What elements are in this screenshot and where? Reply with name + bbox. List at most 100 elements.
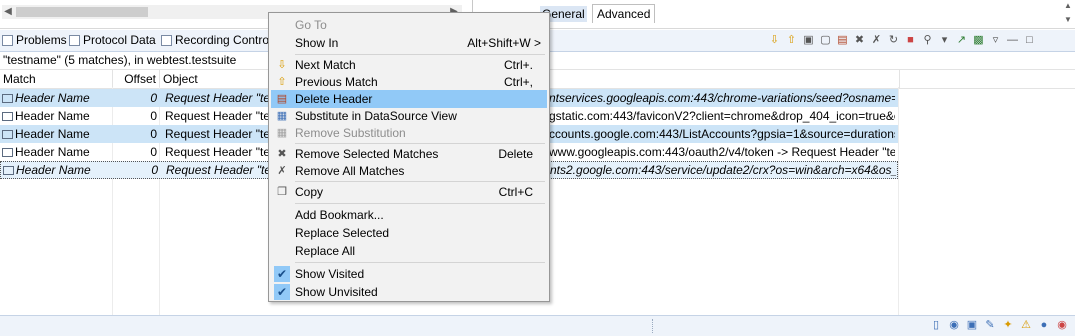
menu-item-replace-selected[interactable]: Replace Selected <box>271 224 547 242</box>
menu-item-next-match[interactable]: ⇩ Next Match Ctrl+. <box>271 56 547 74</box>
match-cell: Header Name <box>15 91 90 105</box>
menu-item-remove-selected[interactable]: ✖ Remove Selected Matches Delete <box>271 145 547 163</box>
status-grip[interactable] <box>652 319 658 333</box>
status-bar: ▯ ◉ ▣ ✎ ✦ ⚠ ● ◉ <box>0 315 1075 336</box>
history-icon[interactable]: ▤ <box>836 34 849 47</box>
vertical-scrollbar[interactable]: ▲ ▼ <box>1063 0 1073 26</box>
menu-item-replace-all[interactable]: Replace All <box>271 242 547 260</box>
trim-icon[interactable]: ▯ <box>929 318 943 332</box>
menu-item-label: Add Bookmark... <box>295 208 384 222</box>
dropdown-icon[interactable]: ▾ <box>938 34 951 47</box>
match-cell: Header Name <box>16 163 91 177</box>
request-icon <box>2 129 13 139</box>
menu-item-shortcut: Alt+Shift+W > <box>467 36 541 50</box>
menu-item-show-visited[interactable]: ✔ Show Visited <box>271 265 547 283</box>
menu-separator <box>295 181 545 182</box>
column-header-match[interactable]: Match <box>0 70 113 88</box>
object-detail-cell: ntservices.googleapis.com:443/chrome-var… <box>549 91 895 105</box>
match-cell: Header Name <box>15 109 90 123</box>
delete-header-icon: ▤ <box>276 93 288 105</box>
menu-item-substitute[interactable]: ▦ Substitute in DataSource View <box>271 107 547 125</box>
menu-item-show-unvisited[interactable]: ✔ Show Unvisited <box>271 283 547 301</box>
menu-item-shortcut: Ctrl+, <box>503 75 533 89</box>
menu-item-go-to[interactable]: Go To <box>271 16 547 34</box>
menu-separator <box>295 203 545 204</box>
protocol-data-icon <box>69 35 80 46</box>
view-menu-icon[interactable]: ▿ <box>989 34 1002 47</box>
star-icon[interactable]: ✦ <box>1001 318 1015 332</box>
menu-item-label: Next Match <box>295 58 356 72</box>
menu-item-label: Replace All <box>295 244 356 258</box>
match-cell: Header Name <box>15 145 90 159</box>
checkmark-icon: ✔ <box>274 284 290 300</box>
image-icon[interactable]: ▣ <box>965 318 979 332</box>
previous-arrow-icon[interactable]: ⇧ <box>785 34 798 47</box>
context-menu: Go To Show In Alt+Shift+W > ⇩ Next Match… <box>268 12 550 302</box>
maximize-icon[interactable]: □ <box>1023 34 1036 47</box>
remove-all-icon[interactable]: ✗ <box>870 34 883 47</box>
request-icon <box>2 93 13 103</box>
settings-icon[interactable]: ▩ <box>972 34 985 47</box>
menu-item-shortcut: Ctrl+. <box>503 58 533 72</box>
notification-icon[interactable]: ◉ <box>947 318 961 332</box>
menu-item-delete-header[interactable]: ▤ Delete Header <box>271 90 547 108</box>
search-summary: "testname" (5 matches), in webtest.tests… <box>3 53 237 67</box>
warning-icon[interactable]: ⚠ <box>1019 318 1033 332</box>
checkmark-icon: ✔ <box>274 266 290 282</box>
minimize-icon[interactable]: — <box>1006 34 1019 47</box>
tab-protocol-data[interactable]: Protocol Data <box>69 30 156 51</box>
menu-item-copy[interactable]: ❐ Copy Ctrl+C <box>271 183 547 201</box>
status-icons: ▯ ◉ ▣ ✎ ✦ ⚠ ● ◉ <box>929 318 1069 332</box>
menu-item-add-bookmark[interactable]: Add Bookmark... <box>271 206 547 224</box>
menu-item-label: Copy <box>295 185 324 199</box>
remove-substitution-icon: ▦ <box>276 127 288 139</box>
remove-selected-icon[interactable]: ✖ <box>853 34 866 47</box>
export-icon[interactable]: ↗ <box>955 34 968 47</box>
stop-circle-icon[interactable]: ◉ <box>1055 318 1069 332</box>
search-icon[interactable]: ⚲ <box>921 34 934 47</box>
refresh-icon[interactable]: ↻ <box>887 34 900 47</box>
scroll-up-icon[interactable]: ▲ <box>1063 1 1073 11</box>
scroll-left-icon[interactable]: ◀ <box>2 5 14 19</box>
menu-item-shortcut: Delete <box>498 147 533 161</box>
menu-item-label: Previous Match <box>295 75 378 89</box>
stop-icon[interactable]: ■ <box>904 34 917 47</box>
offset-cell: 0 <box>150 127 157 141</box>
request-icon <box>2 111 13 121</box>
menu-item-label: Remove All Matches <box>295 164 405 178</box>
tab-recording-control[interactable]: Recording Control <box>161 30 272 51</box>
menu-item-shortcut: Ctrl+C <box>498 185 533 199</box>
menu-separator <box>295 143 545 144</box>
menu-item-remove-substitution[interactable]: ▦ Remove Substitution <box>271 124 547 142</box>
object-detail-cell: gstatic.com:443/faviconV2?client=chrome&… <box>549 109 895 123</box>
collapse-all-icon[interactable]: ▢ <box>819 34 832 47</box>
menu-item-previous-match[interactable]: ⇧ Previous Match Ctrl+, <box>271 73 547 91</box>
tab-problems[interactable]: Problems <box>2 30 67 51</box>
menu-item-show-in[interactable]: Show In Alt+Shift+W > <box>271 34 547 52</box>
offset-cell: 0 <box>150 145 157 159</box>
column-header-offset[interactable]: Offset <box>113 70 160 88</box>
globe-icon[interactable]: ● <box>1037 318 1051 332</box>
match-cell: Header Name <box>15 127 90 141</box>
menu-item-label: Show Unvisited <box>295 285 378 299</box>
menu-separator <box>295 54 545 55</box>
edit-icon[interactable]: ✎ <box>983 318 997 332</box>
remove-all-icon: ✗ <box>277 165 287 177</box>
scroll-thumb[interactable] <box>16 7 148 17</box>
menu-item-label: Remove Selected Matches <box>295 147 439 161</box>
menu-item-label: Go To <box>295 18 327 32</box>
tab-advanced[interactable]: Advanced <box>592 4 656 23</box>
object-detail-cell: nts2.google.com:443/service/update2/crx?… <box>550 163 896 177</box>
up-arrow-icon: ⇧ <box>277 76 287 88</box>
expand-all-icon[interactable]: ▣ <box>802 34 815 47</box>
offset-cell: 0 <box>150 91 157 105</box>
remove-icon: ✖ <box>277 148 287 160</box>
menu-item-remove-all[interactable]: ✗ Remove All Matches <box>271 162 547 180</box>
request-icon <box>3 165 14 175</box>
offset-cell: 0 <box>151 163 158 177</box>
request-icon <box>2 147 13 157</box>
menu-item-label: Remove Substitution <box>295 126 406 140</box>
next-arrow-icon[interactable]: ⇩ <box>768 34 781 47</box>
copy-icon: ❐ <box>277 186 287 198</box>
scroll-down-icon[interactable]: ▼ <box>1063 15 1073 25</box>
